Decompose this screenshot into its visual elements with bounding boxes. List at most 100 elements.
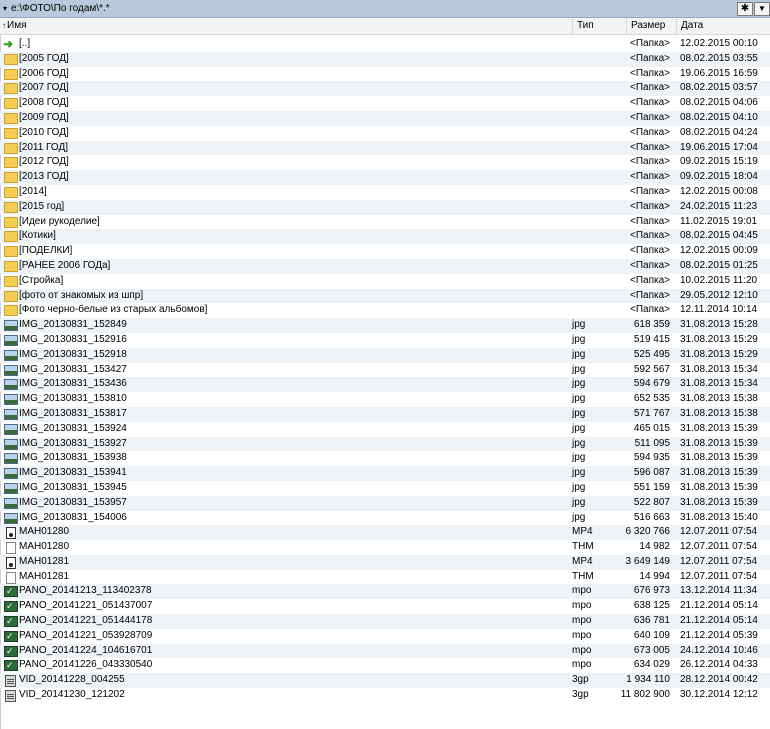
file-name: [2005 ГОД] — [19, 52, 69, 64]
file-name: PANO_20141226_043330540 — [19, 659, 153, 671]
folder-row[interactable]: [2015 год] <Папка> 24.02.2015 11:23 — [0, 199, 770, 215]
file-row[interactable]: IMG_20130831_153817 jpg 571 767 31.08.2013 … — [0, 406, 770, 422]
folder-row[interactable]: [Идеи рукоделие] <Папка> 11.02.2015 19:01 — [0, 215, 770, 230]
file-type: jpg — [572, 319, 586, 331]
file-size: 636 781 — [633, 615, 670, 627]
file-row[interactable]: VID_20141230_121202 3gp 11 802 900 30.12.20… — [0, 688, 770, 703]
folder-row[interactable]: [фото от знакомых из шпр] <Папка> 29.05.20… — [0, 288, 770, 304]
folder-row[interactable]: [2010 ГОД] <Папка> 08.02.2015 04:24 — [0, 126, 770, 141]
folder-row[interactable]: ➜ [..] <Папка> 12.02.2015 00:10 — [0, 37, 770, 52]
file-row[interactable]: PANO_20141224_104616701 mpo 673 005 24.12.2… — [0, 643, 770, 658]
favorites-button[interactable]: ✱ — [737, 2, 753, 16]
file-name: PANO_20141224_104616701 — [19, 644, 153, 656]
file-date: 12.07.2011 07:54 — [680, 570, 758, 582]
image-file-icon — [4, 408, 18, 420]
mpo-file-icon — [4, 584, 18, 599]
file-row[interactable]: MAH01280 MP4 6 320 766 12.07.2011 07:54 — [0, 525, 770, 541]
file-name: PANO_20141221_051444178 — [19, 615, 153, 627]
file-name: IMG_20130831_153945 — [19, 481, 127, 493]
file-name: VID_20141228_004255 — [19, 674, 125, 686]
file-date: 29.05.2012 12:10 — [680, 289, 758, 301]
folder-row[interactable]: [2006 ГОД] <Папка> 19.06.2015 16:59 — [0, 67, 770, 82]
file-name: PANO_20141221_051437007 — [19, 600, 153, 612]
folder-icon — [4, 216, 18, 228]
folder-row[interactable]: [2012 ГОД] <Папка> 09.02.2015 15:19 — [0, 155, 770, 170]
folder-row[interactable]: [РАНЕЕ 2006 ГОДа] <Папка> 08.02.2015 01:25 — [0, 258, 770, 274]
file-size: <Папка> — [630, 126, 670, 138]
file-size: 676 973 — [633, 585, 670, 597]
history-dropdown-button[interactable]: ▼ — [754, 2, 770, 16]
column-size-header[interactable]: Размер — [626, 18, 676, 34]
file-size: 465 015 — [633, 422, 670, 434]
file-date: 31.08.2013 15:39 — [680, 467, 758, 479]
file-date: 28.12.2014 00:42 — [680, 674, 758, 686]
file-date: 08.02.2015 04:10 — [680, 111, 758, 123]
file-type: mpo — [572, 585, 592, 597]
file-name: IMG_20130831_153941 — [19, 467, 127, 479]
file-date: 12.11.2014 10:14 — [680, 304, 758, 316]
file-row[interactable]: MAH01281 THM 14 994 12.07.2011 07:54 — [0, 570, 770, 585]
folder-row[interactable]: [2007 ГОД] <Папка> 08.02.2015 03:57 — [0, 81, 770, 97]
file-size: 634 029 — [633, 659, 670, 671]
folder-row[interactable]: [ПОДЕЛКИ] <Папка> 12.02.2015 00:09 — [0, 244, 770, 259]
file-name: IMG_20130831_153810 — [19, 393, 127, 405]
folder-row[interactable]: [Фото черно-белые из старых альбомов] <Па… — [0, 303, 770, 318]
file-row[interactable]: IMG_20130831_153957 jpg 522 807 31.08.2013 … — [0, 495, 770, 511]
file-name: [2009 ГОД] — [19, 111, 69, 123]
folder-row[interactable]: [2013 ГОД] <Папка> 09.02.2015 18:04 — [0, 170, 770, 185]
file-name: [РАНЕЕ 2006 ГОДа] — [19, 259, 111, 271]
folder-row[interactable]: [2009 ГОД] <Папка> 08.02.2015 04:10 — [0, 110, 770, 126]
file-row[interactable]: IMG_20130831_154006 jpg 516 663 31.08.2013 … — [0, 511, 770, 526]
image-file-icon — [4, 379, 18, 391]
file-name: MAH01280 — [19, 526, 70, 538]
file-row[interactable]: IMG_20130831_153810 jpg 652 535 31.08.2013 … — [0, 392, 770, 407]
file-type: THM — [572, 570, 594, 582]
folder-row[interactable]: [2005 ГОД] <Папка> 08.02.2015 03:55 — [0, 51, 770, 67]
file-type: THM — [572, 541, 594, 553]
file-row[interactable]: PANO_20141221_051437007 mpo 638 125 21.12.2… — [0, 599, 770, 614]
file-date: 24.02.2015 11:23 — [680, 200, 758, 212]
folder-row[interactable]: [2011 ГОД] <Папка> 19.06.2015 17:04 — [0, 140, 770, 156]
file-date: 31.08.2013 15:29 — [680, 348, 758, 360]
file-row[interactable]: MAH01281 MP4 3 649 149 12.07.2011 07:54 — [0, 554, 770, 570]
file-row[interactable]: IMG_20130831_152918 jpg 525 495 31.08.2013 … — [0, 347, 770, 363]
folder-row[interactable]: [Котики] <Папка> 08.02.2015 04:45 — [0, 229, 770, 245]
mpo-file-icon — [4, 599, 18, 614]
file-size: 594 935 — [633, 452, 670, 464]
current-path: e:\ФОТО\По годам\*.* — [11, 3, 110, 14]
file-date: 11.02.2015 19:01 — [680, 215, 758, 227]
drive-dropdown-icon[interactable]: ▾ — [3, 4, 7, 13]
folder-row[interactable]: [2008 ГОД] <Папка> 08.02.2015 04:06 — [0, 96, 770, 111]
path-bar[interactable]: ▾ e:\ФОТО\По годам\*.* ✱ ▼ — [0, 0, 770, 18]
file-row[interactable]: IMG_20130831_153427 jpg 592 567 31.08.2013 … — [0, 363, 770, 378]
file-row[interactable]: IMG_20130831_153924 jpg 465 015 31.08.2013 … — [0, 422, 770, 437]
file-name: [2013 ГОД] — [19, 171, 69, 183]
file-date: 31.08.2013 15:38 — [680, 407, 758, 419]
file-date: 12.07.2011 07:54 — [680, 541, 758, 553]
file-size: <Папка> — [630, 111, 670, 123]
file-row[interactable]: VID_20141228_004255 3gp 1 934 110 28.12.201… — [0, 673, 770, 689]
file-type: jpg — [572, 333, 586, 345]
folder-row[interactable]: [2014] <Папка> 12.02.2015 00:08 — [0, 185, 770, 200]
file-size: 618 359 — [633, 319, 670, 331]
file-name: PANO_20141213_113402378 — [19, 585, 152, 597]
column-type-header[interactable]: Тип — [572, 18, 626, 34]
file-row[interactable]: PANO_20141226_043330540 mpo 634 029 26.12.2… — [0, 658, 770, 673]
file-row[interactable]: PANO_20141221_051444178 mpo 636 781 21.12.2… — [0, 614, 770, 629]
file-size: <Папка> — [630, 38, 670, 49]
file-row[interactable]: IMG_20130831_153945 jpg 551 159 31.08.2013 … — [0, 481, 770, 496]
file-row[interactable]: PANO_20141221_053928709 mpo 640 109 21.12.2… — [0, 629, 770, 644]
file-row[interactable]: IMG_20130831_152849 jpg 618 359 31.08.2013 … — [0, 318, 770, 333]
file-row[interactable]: IMG_20130831_153941 jpg 596 087 31.08.2013 … — [0, 466, 770, 481]
folder-row[interactable]: [Стройка] <Папка> 10.02.2015 11:20 — [0, 274, 770, 289]
file-row[interactable]: IMG_20130831_152916 jpg 519 415 31.08.2013 … — [0, 333, 770, 348]
file-size: 551 159 — [633, 481, 670, 493]
file-row[interactable]: PANO_20141213_113402378 mpo 676 973 13.12.2… — [0, 584, 770, 599]
column-date-header[interactable]: Дата — [676, 18, 770, 34]
file-date: 12.07.2011 07:54 — [680, 555, 758, 567]
file-row[interactable]: IMG_20130831_153436 jpg 594 679 31.08.2013 … — [0, 377, 770, 393]
file-row[interactable]: IMG_20130831_153938 jpg 594 935 31.08.2013 … — [0, 451, 770, 466]
file-row[interactable]: MAH01280 THM 14 982 12.07.2011 07:54 — [0, 540, 770, 555]
file-row[interactable]: IMG_20130831_153927 jpg 511 095 31.08.2013 … — [0, 436, 770, 452]
column-name-header[interactable]: ↑Имя — [0, 18, 572, 34]
